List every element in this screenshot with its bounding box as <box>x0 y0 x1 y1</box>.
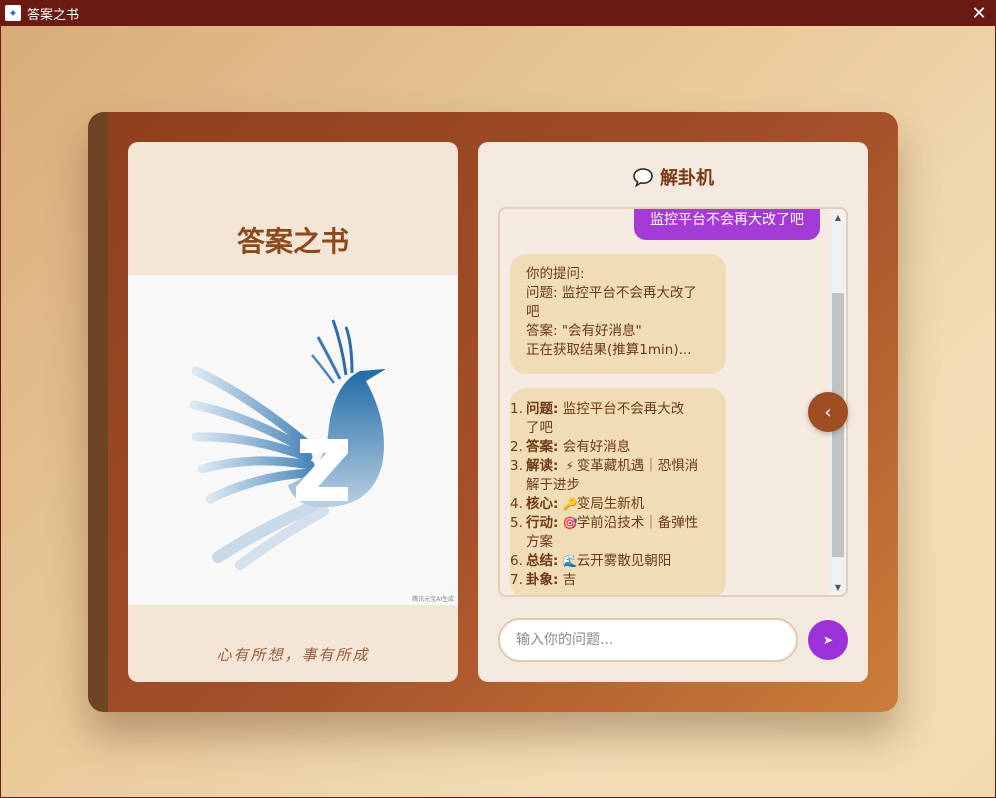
result-item-number: 6. <box>510 553 523 569</box>
result-item-text: 方案 <box>526 534 553 550</box>
result-item-text: 学前沿技术｜备弹性 <box>576 515 699 531</box>
result-item-text: 变局生新机 <box>576 496 645 512</box>
collapse-button[interactable]: ‹ <box>808 392 848 432</box>
result-item-label: 行动: <box>526 515 559 531</box>
key-icon: 🔑 <box>562 497 578 511</box>
result-item-label: 核心: <box>526 496 559 512</box>
result-item-label: 问题: <box>526 401 559 417</box>
status-line: 吧 <box>526 304 540 320</box>
result-item-label: 总结: <box>526 553 559 569</box>
image-watermark: 腾讯元宝AI生成 <box>412 596 454 603</box>
result-item-number: 2. <box>510 439 523 455</box>
result-list: 1. 问题: 监控平台不会再大改 了吧 2. 答案: 会有好消息 3. 解读: … <box>510 400 720 590</box>
user-message-bubble: 监控平台不会再大改了吧 <box>634 209 820 240</box>
result-item: 6. 总结: 🌊云开雾散见朝阳 <box>510 552 720 571</box>
target-icon: 🎯 <box>562 516 578 530</box>
scroll-down-arrow-icon[interactable]: ▼ <box>830 579 846 595</box>
speech-bubble-icon <box>633 168 653 188</box>
result-item-text: 监控平台不会再大改 <box>558 401 685 417</box>
window-titlebar: ✦ 答案之书 ✕ <box>0 0 996 26</box>
lightning-icon: ⚡ <box>565 459 574 473</box>
book-title: 答案之书 <box>236 225 349 258</box>
status-line: 你的提问: <box>526 266 585 282</box>
chat-history[interactable]: 监控平台不会再大改了吧 你的提问: 问题: 监控平台不会再大改了 吧 答案: "… <box>498 207 848 597</box>
question-input[interactable] <box>498 618 798 662</box>
status-line: 答案: "会有好消息" <box>526 323 642 339</box>
result-item: 2. 答案: 会有好消息 <box>510 438 720 457</box>
result-item-label: 答案: <box>526 439 559 455</box>
send-button[interactable]: ➤ <box>808 620 848 660</box>
window-title: 答案之书 <box>27 7 80 23</box>
result-item: 1. 问题: 监控平台不会再大改 了吧 <box>510 400 720 438</box>
panel-header: 解卦机 <box>478 164 868 190</box>
app-icon: ✦ <box>5 5 21 21</box>
result-item-text: 吉 <box>562 572 577 588</box>
close-button[interactable]: ✕ <box>962 0 996 26</box>
result-item-text: 云开雾散见朝阳 <box>576 553 672 569</box>
result-item-text: 会有好消息 <box>558 439 631 455</box>
bot-result-bubble: 1. 问题: 监控平台不会再大改 了吧 2. 答案: 会有好消息 3. 解读: … <box>510 388 726 595</box>
scroll-up-arrow-icon[interactable]: ▲ <box>830 209 846 225</box>
app-background: 答案之书 腾讯元宝AI生成 心有所想，事有所成 解卦机 监控平台不会再大改了吧 … <box>1 26 995 797</box>
result-item: 3. 解读: ⚡ 变革藏机遇｜恐惧消 解于进步 <box>510 457 720 495</box>
wave-icon: 🌊 <box>562 554 578 568</box>
result-item: 4. 核心: 🔑变局生新机 <box>510 495 720 514</box>
result-item-number: 5. <box>510 515 523 531</box>
result-item-label: 解读: <box>526 458 559 474</box>
result-item: 7. 卦象: 吉 <box>510 571 720 590</box>
left-page: 答案之书 腾讯元宝AI生成 心有所想，事有所成 <box>128 142 458 682</box>
result-item-text: 解于进步 <box>526 477 580 493</box>
bird-logo-icon <box>189 319 386 570</box>
book: 答案之书 腾讯元宝AI生成 心有所想，事有所成 解卦机 监控平台不会再大改了吧 … <box>88 112 898 712</box>
result-item-text: 变革藏机遇｜恐惧消 <box>576 458 699 474</box>
panel-title: 解卦机 <box>660 168 714 189</box>
result-item-number: 3. <box>510 458 523 474</box>
book-spine <box>88 112 108 712</box>
bot-status-bubble: 你的提问: 问题: 监控平台不会再大改了 吧 答案: "会有好消息" 正在获取结… <box>510 254 726 374</box>
bird-logo-image: 腾讯元宝AI生成 <box>128 275 458 605</box>
book-motto: 心有所想，事有所成 <box>216 646 370 664</box>
result-item-number: 1. <box>510 401 523 417</box>
right-page: 解卦机 监控平台不会再大改了吧 你的提问: 问题: 监控平台不会再大改了 吧 答… <box>478 142 868 682</box>
result-item-number: 4. <box>510 496 523 512</box>
status-line: 问题: 监控平台不会再大改了 <box>526 285 697 301</box>
result-item-text: 了吧 <box>526 420 553 436</box>
status-line: 正在获取结果(推算1min)... <box>526 342 692 358</box>
result-item-number: 7. <box>510 572 523 588</box>
result-item: 5. 行动: 🎯学前沿技术｜备弹性 方案 <box>510 514 720 552</box>
result-item-label: 卦象: <box>526 572 559 588</box>
